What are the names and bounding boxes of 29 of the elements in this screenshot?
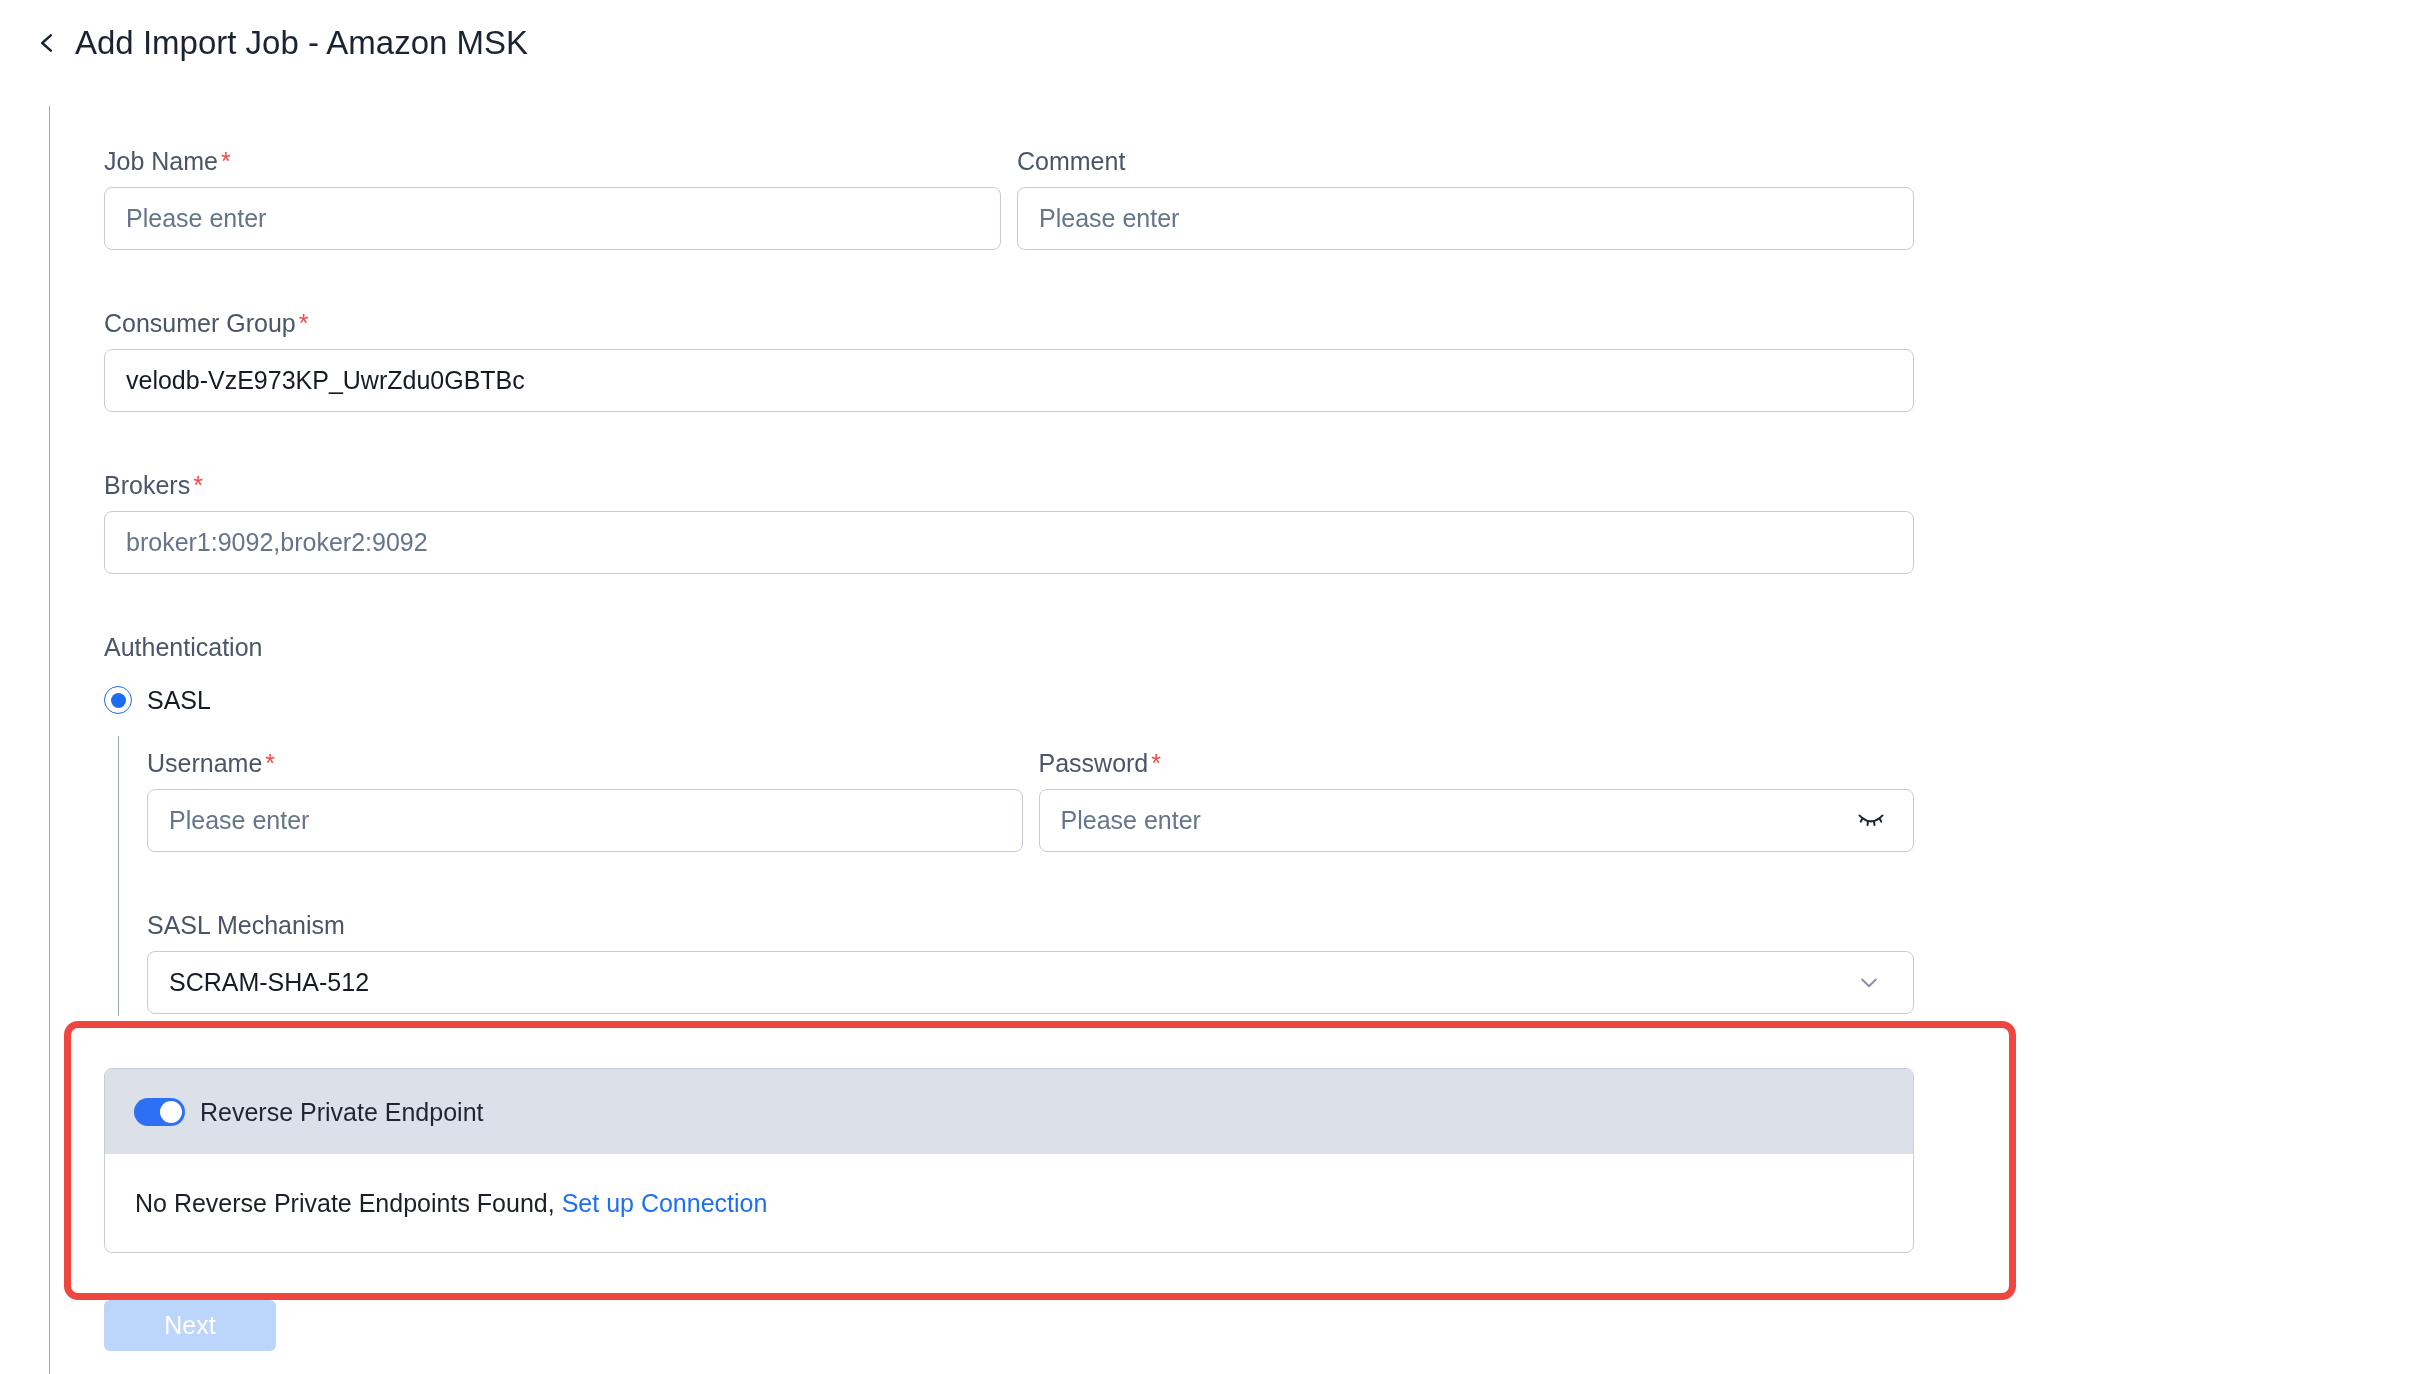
field-label: Consumer Group <box>104 308 296 338</box>
required-mark: * <box>1151 748 1161 778</box>
chevron-down-icon <box>1861 977 1877 988</box>
required-mark: * <box>265 748 276 778</box>
field-label: Password <box>1038 748 1149 778</box>
setup-connection-link[interactable]: Set up Connection <box>561 1189 768 1217</box>
empty-state-message: No Reverse Private Endpoints Found, Set up Connection <box>135 1188 768 1218</box>
text-input[interactable]: velodb-VzE973KP_UwrZdu0GBTBc <box>104 349 1914 412</box>
section-label: Authentication <box>104 632 263 662</box>
text-input[interactable]: broker1:9092,broker2:9092 <box>104 511 1914 574</box>
field-label: SASL Mechanism <box>147 910 345 940</box>
text-input[interactable]: Please enter <box>104 187 1001 250</box>
closed-eye-icon[interactable] <box>1858 813 1884 827</box>
text-input[interactable]: Please enter <box>147 789 1023 852</box>
text-input[interactable]: Please enter <box>1017 187 1914 250</box>
required-mark: * <box>193 470 203 500</box>
required-mark: * <box>220 146 231 176</box>
required-mark: * <box>298 308 309 338</box>
page-title: Add Import Job - Amazon MSK <box>75 23 529 63</box>
toggle-switch[interactable] <box>134 1097 185 1126</box>
chevron-left-icon[interactable] <box>40 34 53 52</box>
field-label: Username <box>147 748 263 778</box>
field-label: Comment <box>1017 146 1126 176</box>
password-input[interactable]: Please enter <box>1038 789 1914 852</box>
select-dropdown[interactable]: SCRAM-SHA-512 <box>147 951 1914 1014</box>
radio-option[interactable]: SASL <box>104 685 211 715</box>
field-label: Job Name <box>104 146 218 176</box>
toggle-label: Reverse Private Endpoint <box>200 1096 484 1127</box>
field-label: Brokers <box>104 470 191 500</box>
